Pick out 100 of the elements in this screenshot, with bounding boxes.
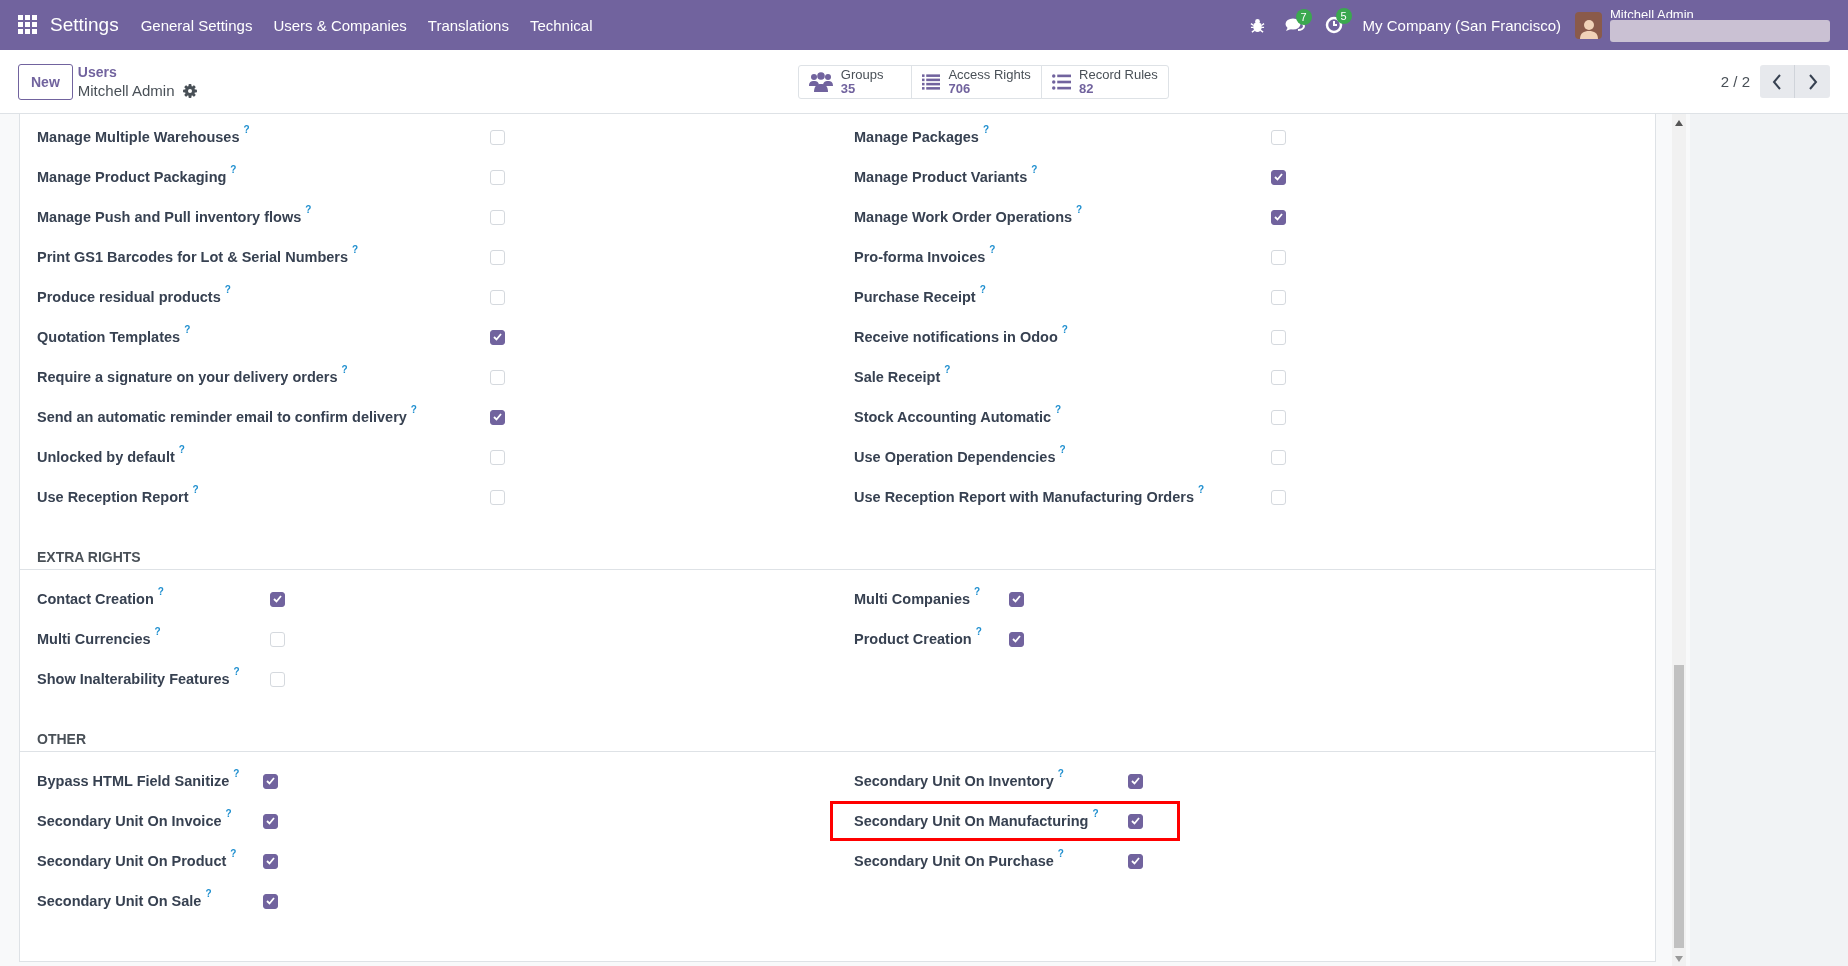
chevron-right-icon xyxy=(1807,73,1818,90)
scrollbar-thumb[interactable] xyxy=(1674,665,1684,948)
checkbox[interactable] xyxy=(1128,813,1143,829)
help-mark[interactable]: ? xyxy=(979,284,986,295)
help-mark[interactable]: ? xyxy=(224,284,231,295)
setting-label: Secondary Unit On Inventory xyxy=(854,773,1054,789)
help-mark[interactable]: ? xyxy=(225,808,232,819)
help-mark[interactable]: ? xyxy=(233,768,240,779)
help-mark[interactable]: ? xyxy=(989,244,996,255)
help-mark[interactable]: ? xyxy=(184,324,191,335)
checkmark-icon xyxy=(266,817,275,825)
setting-label: Manage Packages xyxy=(854,129,979,145)
new-button[interactable]: New xyxy=(18,63,73,100)
help-mark[interactable]: ? xyxy=(233,666,240,677)
checkbox[interactable] xyxy=(270,591,285,607)
checkmark-icon xyxy=(1012,595,1021,603)
help-mark[interactable]: ? xyxy=(1057,848,1064,859)
help-mark[interactable]: ? xyxy=(1076,204,1083,215)
stat-button[interactable]: Groups 35 xyxy=(797,64,912,99)
breadcrumb-link[interactable]: Users xyxy=(77,64,197,80)
help-mark[interactable]: ? xyxy=(205,888,212,899)
clock-icon[interactable] xyxy=(1324,16,1343,34)
list-icon xyxy=(921,72,941,91)
next-button[interactable] xyxy=(1795,65,1830,98)
setting-label: Manage Multiple Warehouses xyxy=(37,129,240,145)
help-mark[interactable]: ? xyxy=(1057,768,1064,779)
checkbox[interactable] xyxy=(1271,209,1286,225)
checkbox[interactable] xyxy=(263,893,278,909)
bullet-list-icon xyxy=(1051,72,1072,91)
checkmark-icon xyxy=(1274,213,1283,221)
help-mark[interactable]: ? xyxy=(243,124,250,135)
stat-button[interactable]: Access Rights 706 xyxy=(910,64,1042,99)
checkbox[interactable] xyxy=(1128,853,1143,869)
help-mark[interactable]: ? xyxy=(1198,484,1205,495)
help-mark[interactable]: ? xyxy=(192,484,199,495)
help-mark[interactable]: ? xyxy=(305,204,312,215)
checkbox[interactable] xyxy=(263,853,278,869)
app-title[interactable]: Settings xyxy=(50,14,119,36)
setting-label: Multi Companies xyxy=(854,591,970,607)
help-mark[interactable]: ? xyxy=(230,164,237,175)
setting-label: Use Reception Report xyxy=(37,489,189,505)
help-mark[interactable]: ? xyxy=(341,364,348,375)
company-switcher[interactable]: My Company (San Francisco) xyxy=(1362,16,1561,34)
help-mark[interactable]: ? xyxy=(1092,808,1099,819)
menu-item[interactable]: General Settings xyxy=(140,16,253,34)
menu-item[interactable]: Users & Companies xyxy=(273,16,407,34)
checkbox[interactable] xyxy=(1128,773,1143,789)
checkbox[interactable] xyxy=(1009,591,1024,607)
checkbox[interactable] xyxy=(263,773,278,789)
setting-label: Pro-forma Invoices xyxy=(854,249,986,265)
setting-label: Multi Currencies xyxy=(37,631,151,647)
setting-label: Stock Accounting Automatic xyxy=(854,409,1052,425)
setting-label: Manage Product Packaging xyxy=(37,169,227,185)
menu-item[interactable]: Technical xyxy=(529,16,593,34)
setting-label: Product Creation xyxy=(854,631,972,647)
setting-label: Contact Creation xyxy=(37,591,154,607)
help-mark[interactable]: ? xyxy=(178,444,185,455)
bug-icon[interactable] xyxy=(1249,17,1265,33)
help-mark[interactable]: ? xyxy=(1061,324,1068,335)
apps-menu-icon[interactable] xyxy=(18,15,38,35)
help-mark[interactable]: ? xyxy=(975,626,982,637)
section-heading: EXTRA RIGHTS xyxy=(37,549,141,565)
help-mark[interactable]: ? xyxy=(410,404,417,415)
checkbox[interactable] xyxy=(490,329,505,345)
setting-label: Secondary Unit On Manufacturing xyxy=(854,813,1089,829)
help-mark[interactable]: ? xyxy=(1031,164,1038,175)
scroll-up-icon[interactable] xyxy=(1675,120,1683,126)
setting-label: Send an automatic reminder email to confirm delivery xyxy=(37,409,407,425)
help-mark[interactable]: ? xyxy=(1055,404,1062,415)
help-mark[interactable]: ? xyxy=(982,124,990,135)
setting-label: Use Reception Report with Manufacturing Orders xyxy=(854,489,1194,505)
setting-label: Purchase Receipt xyxy=(854,289,976,305)
checkbox[interactable] xyxy=(1271,169,1286,185)
checkbox[interactable] xyxy=(263,813,278,829)
checkbox[interactable] xyxy=(490,409,505,425)
previous-button[interactable] xyxy=(1760,65,1795,98)
setting-label: Require a signature on your delivery orders xyxy=(37,369,338,385)
checkmark-icon xyxy=(1131,857,1140,865)
checkmark-icon xyxy=(266,897,275,905)
help-mark[interactable]: ? xyxy=(157,586,164,597)
checkmark-icon xyxy=(1131,777,1140,785)
checkmark-icon xyxy=(493,333,502,341)
help-mark[interactable]: ? xyxy=(1059,444,1066,455)
setting-label: Manage Push and Pull inventory flows xyxy=(37,209,302,225)
menu-item[interactable]: Translations xyxy=(427,16,509,34)
settings-icon[interactable] xyxy=(182,83,197,98)
help-mark[interactable]: ? xyxy=(974,586,981,597)
help-mark[interactable]: ? xyxy=(154,626,161,637)
checkmark-icon xyxy=(1012,635,1021,643)
setting-label: Use Operation Dependencies xyxy=(854,449,1056,465)
stat-button[interactable]: Record Rules 82 xyxy=(1040,64,1169,99)
pager-value: 2 / 2 xyxy=(1720,73,1750,90)
checkmark-icon xyxy=(1274,173,1283,181)
help-mark[interactable]: ? xyxy=(944,364,951,375)
checkbox[interactable] xyxy=(1009,631,1024,647)
setting-label: Produce residual products xyxy=(37,289,221,305)
user-avatar[interactable] xyxy=(1575,11,1602,39)
help-mark[interactable]: ? xyxy=(352,244,359,255)
checkmark-icon xyxy=(266,857,275,865)
help-mark[interactable]: ? xyxy=(230,848,237,859)
